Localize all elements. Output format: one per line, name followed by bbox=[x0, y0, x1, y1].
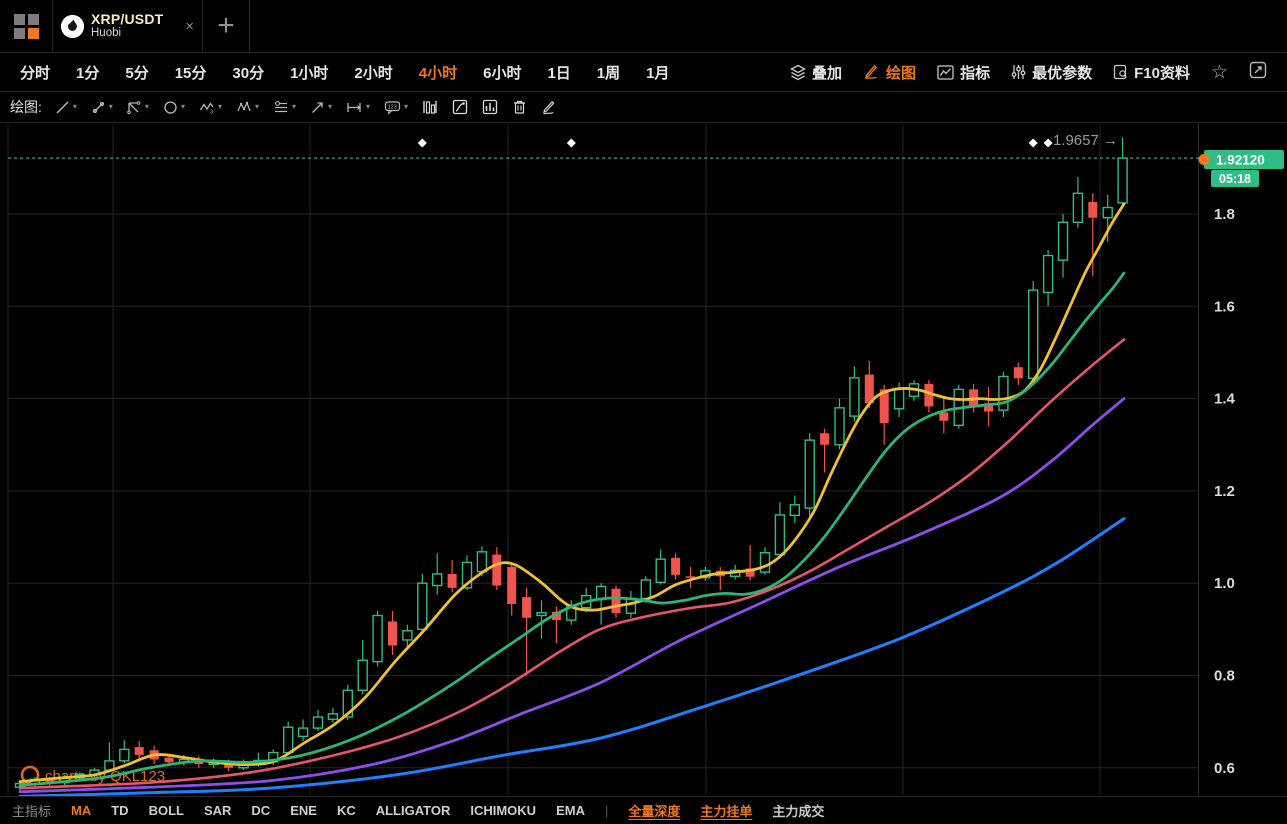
session-volume-icon[interactable] bbox=[445, 99, 475, 115]
f10-doc-icon bbox=[1113, 64, 1128, 80]
countdown-label: 05:18 bbox=[1219, 172, 1251, 186]
gann-lines-tool[interactable]: ▾ bbox=[266, 100, 303, 115]
indicator-ema[interactable]: EMA bbox=[556, 803, 585, 818]
layers-icon bbox=[790, 64, 806, 81]
grid-glyph bbox=[14, 14, 39, 39]
favorite-star-icon[interactable]: ☆ bbox=[1211, 63, 1228, 82]
indicator-boll[interactable]: BOLL bbox=[149, 803, 184, 818]
price-marker-dot bbox=[1199, 154, 1210, 165]
timeframe-1分[interactable]: 1分 bbox=[76, 62, 99, 83]
pattern-tool[interactable]: ▾ bbox=[229, 100, 266, 115]
main-indicator-label: 主指标 bbox=[12, 801, 51, 820]
timeframe-2小时[interactable]: 2小时 bbox=[354, 62, 392, 83]
draw-button[interactable]: 绘图 bbox=[863, 62, 916, 83]
chevron-down-icon[interactable]: ▾ bbox=[109, 103, 113, 111]
session-high-label: 1.9657 → bbox=[1053, 132, 1118, 149]
ray-line-tool[interactable]: ▾ bbox=[84, 100, 120, 115]
indicator-kc[interactable]: KC bbox=[337, 803, 356, 818]
histogram-icon[interactable] bbox=[475, 99, 505, 115]
sliders-icon bbox=[1011, 64, 1026, 80]
chevron-down-icon[interactable]: ▾ bbox=[404, 103, 408, 111]
timeframe-1小时[interactable]: 1小时 bbox=[290, 62, 328, 83]
volume-profile-icon[interactable] bbox=[415, 99, 445, 115]
depth-group: 全量深度 主力挂单 主力成交 bbox=[628, 801, 824, 820]
arrow-tool[interactable]: ▾ bbox=[303, 100, 339, 115]
indicator-ene[interactable]: ENE bbox=[290, 803, 317, 818]
wave-tool[interactable]: 3▾ bbox=[192, 100, 229, 115]
indicator-bar: 主指标 MA TD BOLL SAR DC ENE KC ALLIGATOR ICHIMOKU E… bbox=[0, 796, 1287, 824]
trading-app-window: XRP/USDT Huobi × + 分时 1分 5分 15分 30分 1小时 2小时 4小时… bbox=[0, 0, 1287, 821]
timeframe-1日[interactable]: 1日 bbox=[547, 62, 570, 83]
indicator-ma[interactable]: MA bbox=[71, 803, 91, 818]
chevron-down-icon[interactable]: ▾ bbox=[73, 103, 77, 111]
svg-text:1.92120: 1.92120 bbox=[1216, 153, 1265, 168]
price-tick: 0.6 bbox=[1214, 760, 1235, 777]
new-tab-button[interactable]: + bbox=[203, 0, 250, 52]
timeframe-分时[interactable]: 分时 bbox=[20, 62, 50, 83]
depth-item[interactable]: 主力成交 bbox=[772, 801, 824, 820]
workspace-grid-icon[interactable] bbox=[0, 0, 52, 52]
tab-close-icon[interactable]: × bbox=[185, 18, 194, 35]
timeframe-4小时[interactable]: 4小时 bbox=[419, 62, 457, 83]
chevron-down-icon[interactable]: ▾ bbox=[366, 103, 370, 111]
price-tick: 1.8 bbox=[1214, 206, 1235, 223]
svg-text:3: 3 bbox=[210, 109, 213, 115]
chevron-down-icon[interactable]: ▾ bbox=[181, 103, 185, 111]
main-toolbar: 分时 1分 5分 15分 30分 1小时 2小时 4小时 6小时 1日 1周 1月 叠加 绘图 指标 … bbox=[0, 53, 1287, 92]
draw-pen-icon bbox=[863, 64, 880, 80]
chevron-down-icon[interactable]: ▾ bbox=[145, 103, 149, 111]
f10-info-button[interactable]: F10资料 bbox=[1113, 62, 1190, 83]
candlestick-chart[interactable]: charts by QKL1231.9657 →1.81.61.41.21.00… bbox=[0, 123, 1287, 796]
depth-item[interactable]: 主力挂单 bbox=[700, 801, 752, 820]
fullscreen-icon[interactable] bbox=[1249, 61, 1267, 84]
depth-item[interactable]: 全量深度 bbox=[628, 801, 680, 820]
pitchfork-tool[interactable]: ▾ bbox=[120, 100, 156, 115]
indicator-td[interactable]: TD bbox=[111, 803, 128, 818]
brush-icon[interactable] bbox=[534, 100, 564, 115]
optimal-params-button[interactable]: 最优参数 bbox=[1011, 62, 1092, 83]
indicator-sar[interactable]: SAR bbox=[204, 803, 231, 818]
tab-bar: XRP/USDT Huobi × + bbox=[0, 0, 1287, 53]
timeframe-group: 分时 1分 5分 15分 30分 1小时 2小时 4小时 6小时 1日 1周 1月 bbox=[20, 62, 669, 83]
price-tick: 1.0 bbox=[1214, 575, 1235, 592]
price-tick: 0.8 bbox=[1214, 668, 1235, 685]
huobi-logo-icon bbox=[61, 15, 84, 38]
price-tick: 1.2 bbox=[1214, 483, 1235, 500]
indicator-group: MA TD BOLL SAR DC ENE KC ALLIGATOR ICHIMOKU EMA bbox=[71, 803, 585, 818]
timeframe-1月[interactable]: 1月 bbox=[646, 62, 669, 83]
price-range-tool[interactable]: ▾ bbox=[339, 100, 377, 115]
drawing-toolbar: 绘图: ▾ ▾ ▾ ▾ 3▾ ▾ ▾ ▾ ▾ 123▾ bbox=[0, 92, 1287, 123]
trash-icon[interactable] bbox=[505, 99, 534, 115]
indicator-ichimoku[interactable]: ICHIMOKU bbox=[470, 803, 536, 818]
timeframe-30分[interactable]: 30分 bbox=[232, 62, 264, 83]
separator: | bbox=[605, 803, 608, 818]
callout-tool[interactable]: 123 ▾ bbox=[377, 100, 415, 115]
overlay-button[interactable]: 叠加 bbox=[790, 62, 842, 83]
chevron-down-icon[interactable]: ▾ bbox=[218, 103, 222, 111]
chevron-down-icon[interactable]: ▾ bbox=[328, 103, 332, 111]
tab-xrp-usdt[interactable]: XRP/USDT Huobi × bbox=[52, 0, 203, 52]
tab-label: XRP/USDT Huobi bbox=[91, 11, 163, 40]
chart-area: charts by QKL1231.9657 →1.81.61.41.21.00… bbox=[0, 123, 1287, 796]
timeframe-5分[interactable]: 5分 bbox=[125, 62, 148, 83]
indicator-dc[interactable]: DC bbox=[251, 803, 270, 818]
tab-symbol: XRP/USDT bbox=[91, 11, 163, 27]
timeframe-15分[interactable]: 15分 bbox=[175, 62, 207, 83]
trend-line-tool[interactable]: ▾ bbox=[48, 100, 84, 115]
indicator-alligator[interactable]: ALLIGATOR bbox=[376, 803, 451, 818]
timeframe-1周[interactable]: 1周 bbox=[597, 62, 620, 83]
toolbar-right-group: 叠加 绘图 指标 最优参数 F10资料 ☆ bbox=[790, 61, 1267, 84]
price-tick: 1.4 bbox=[1214, 391, 1236, 408]
drawing-toolbar-label: 绘图: bbox=[10, 97, 42, 117]
chevron-down-icon[interactable]: ▾ bbox=[255, 103, 259, 111]
indicator-button[interactable]: 指标 bbox=[937, 62, 990, 83]
tab-exchange: Huobi bbox=[91, 27, 163, 40]
svg-text:123: 123 bbox=[388, 104, 397, 110]
indicator-chart-icon bbox=[937, 65, 954, 80]
timeframe-6小时[interactable]: 6小时 bbox=[483, 62, 521, 83]
ellipse-tool[interactable]: ▾ bbox=[156, 100, 192, 115]
price-tick: 1.6 bbox=[1214, 298, 1235, 315]
chevron-down-icon[interactable]: ▾ bbox=[292, 103, 296, 111]
